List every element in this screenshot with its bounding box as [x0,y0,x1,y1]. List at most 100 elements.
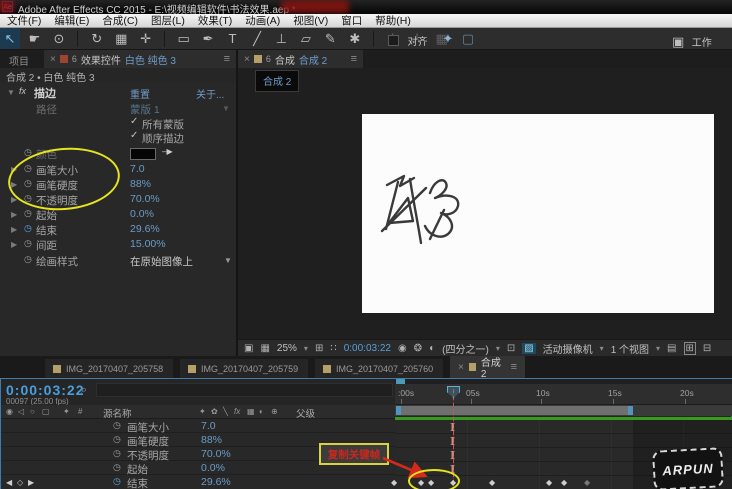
work-area-bar[interactable] [396,406,633,415]
chevron-down-icon[interactable]: ▾ [656,344,660,353]
lock-icon[interactable]: 6 [266,54,271,64]
prev-keyframe-icon[interactable]: ◀ [6,478,12,487]
source-name-column[interactable]: 源名称 [103,406,132,420]
brush-tool-icon[interactable]: ╱ [247,28,267,49]
3d-column-icon[interactable]: ⊕ [271,407,278,416]
collapse-icon[interactable]: ▼ [7,88,15,97]
next-keyframe-icon[interactable]: ▶ [28,478,34,487]
close-icon[interactable]: × [458,362,464,373]
search-icon[interactable]: ⌕ [81,384,87,397]
panel-menu-icon[interactable]: ≡ [351,53,357,65]
time-ruler[interactable]: :00s 05s 10s 15s 20s [395,384,732,405]
hand-tool-icon[interactable]: ☛ [24,28,44,49]
current-time-button[interactable]: 0:00:03:22 [344,343,391,354]
timeline-button-icon[interactable]: ⊟ [703,343,711,354]
current-time-display[interactable]: 0:00:03:22 [6,382,85,398]
menu-layer[interactable]: 图层(L) [151,13,185,28]
opacity-value[interactable]: 70.0% [130,193,160,205]
start-value[interactable]: 0.0% [130,208,154,220]
keyframe-diamond[interactable]: ◆ [561,478,567,487]
motion-blur-icon[interactable]: ❂ [414,343,422,354]
end-value[interactable]: 29.6% [130,223,160,235]
tl-value[interactable]: 70.0% [201,448,231,460]
stopwatch-icon[interactable]: ◷ [113,434,121,445]
reset-button[interactable]: 重置 [130,86,150,101]
collapse-switch-icon[interactable]: ✿ [211,407,218,416]
menu-effect[interactable]: 效果(T) [198,13,232,28]
shy-icon[interactable]: ✦ [199,407,206,416]
expand-icon[interactable]: ▶ [11,210,17,219]
search-input[interactable] [96,383,393,397]
menu-view[interactable]: 视图(V) [293,13,328,28]
channels-icon[interactable]: ◐ [429,343,435,354]
stopwatch-icon[interactable]: ◷ [24,238,32,249]
pan-behind-tool-icon[interactable]: ✛ [136,28,156,49]
panel-menu-icon[interactable]: ≡ [224,53,230,65]
tab-footage-1[interactable]: IMG_20170407_205758 [45,359,173,378]
color-swatch[interactable] [130,148,156,160]
spacing-value[interactable]: 15.00% [130,238,166,250]
menu-composition[interactable]: 合成(C) [102,13,138,28]
about-button[interactable]: 关于... [196,86,224,101]
tab-comp-timeline[interactable]: × 合成 2 ≡ [450,356,525,380]
menu-edit[interactable]: 编辑(E) [54,13,89,28]
work-area-start-handle[interactable] [396,406,401,415]
stopwatch-icon[interactable]: ◷ [24,254,32,265]
tab-composition[interactable]: × 6 合成 合成 2 ≡ [238,50,363,68]
brush-hardness-value[interactable]: 88% [130,178,151,190]
grid-options-icon[interactable]: ⊞ [315,343,323,354]
workspace-group[interactable]: ▣ 工作 [672,31,712,52]
composition-canvas[interactable] [362,114,714,313]
path-dropdown[interactable]: 蒙版 1 [130,102,160,117]
roto-brush-tool-icon[interactable]: ✎ [320,28,340,49]
menu-file[interactable]: 文件(F) [7,13,41,28]
camera-tool-icon[interactable]: ▦ [111,28,131,49]
stopwatch-active-icon[interactable]: ◷ [24,223,32,234]
stopwatch-icon[interactable]: ◷ [113,462,121,473]
active-camera-dropdown[interactable]: 活动摄像机 [543,341,593,356]
view-layout-dropdown[interactable]: 1 个视图 [611,341,649,356]
all-masks-checkbox[interactable]: ✓ [130,116,138,127]
menu-window[interactable]: 窗口 [341,13,362,28]
motion-blur-column-icon[interactable]: ◐ [259,407,264,416]
brush-size-value[interactable]: 7.0 [130,163,145,175]
magnification-dropdown[interactable]: 25% [277,343,297,354]
paint-style-dropdown[interactable]: 在原始图像上 [130,254,193,269]
shape-tool-icon[interactable]: ▭ [174,28,194,49]
rotate-tool-icon[interactable]: ↻ [87,28,107,49]
snap-option-icon[interactable]: ✦ [438,28,458,49]
snap-checkbox[interactable] [388,35,399,46]
keyframe-ibeam[interactable]: I [450,450,455,461]
chevron-down-icon[interactable]: ▾ [496,344,500,353]
parent-column[interactable]: 父级 [296,406,315,420]
pen-tool-icon[interactable]: ✒ [198,28,218,49]
menu-help[interactable]: 帮助(H) [375,13,411,28]
snap-option-2-icon[interactable]: ▢ [458,28,478,49]
tab-project[interactable]: 项目 [9,53,29,68]
camera-icon[interactable]: ◉ [398,343,407,354]
chevron-down-icon[interactable]: ▼ [222,104,230,113]
chevron-down-icon[interactable]: ▾ [304,344,308,353]
keyframe-diamond[interactable]: ◆ [489,478,495,487]
lock-icon[interactable]: 6 [72,54,77,64]
close-icon[interactable]: × [244,54,250,65]
quality-icon[interactable]: ╲ [223,407,228,416]
stopwatch-icon[interactable]: ◷ [113,420,121,431]
label-column-icon[interactable]: ✦ [63,407,70,416]
tl-value[interactable]: 0.0% [201,462,225,474]
solo-icon[interactable]: ○ [30,407,35,416]
show-snapshot-icon[interactable]: ▦ [260,343,269,354]
eyedropper-icon[interactable]: –▶ [162,147,173,156]
tl-value[interactable]: 7.0 [201,420,216,432]
lock-column-icon[interactable]: ▢ [42,407,50,416]
text-tool-icon[interactable]: T [223,28,243,49]
eye-icon[interactable]: ◉ [6,407,13,416]
panel-menu-icon[interactable]: ≡ [511,361,517,373]
audio-icon[interactable]: ◁ [18,407,24,416]
fx-column-icon[interactable]: fx [234,407,240,416]
mask-visibility-icon[interactable]: ∷ [330,343,336,354]
keyframe-ibeam[interactable]: I [450,436,455,447]
region-of-interest-icon[interactable]: ⊡ [507,343,515,354]
eraser-tool-icon[interactable]: ▱ [296,28,316,49]
fast-previews-icon[interactable]: ⊞ [683,341,696,355]
